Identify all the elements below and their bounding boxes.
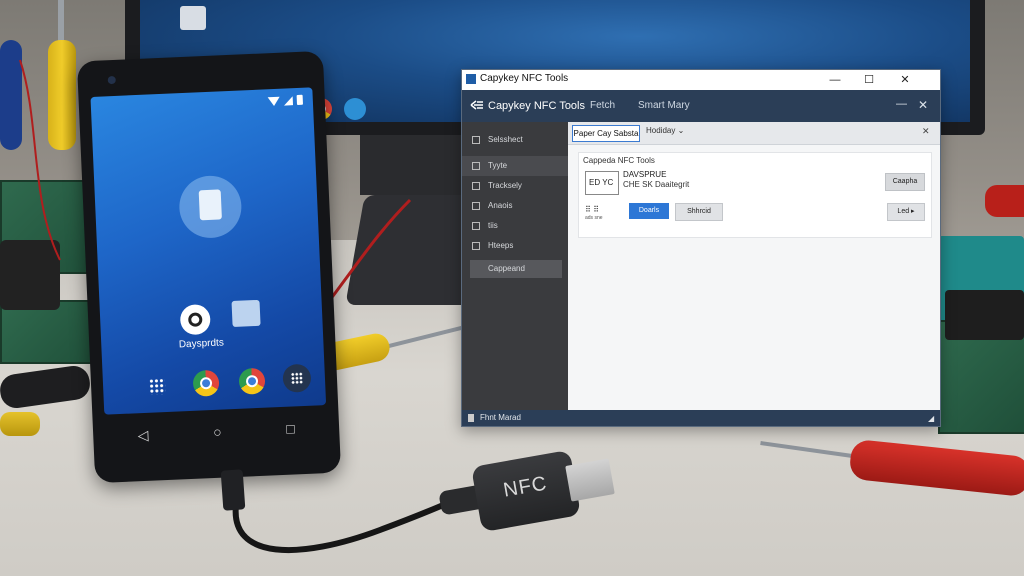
red-wire: [328, 198, 412, 301]
usb-c-connector: [220, 469, 246, 511]
tab-holiday[interactable]: Hodiday ⌄: [646, 126, 684, 135]
led-button[interactable]: Led ▸: [887, 203, 925, 221]
smartphone: Daysprdts ◁ ○ □: [76, 50, 342, 484]
minimize-button[interactable]: —: [826, 72, 844, 88]
status-text: Fhnt Marad: [480, 413, 521, 422]
phone-screen: Daysprdts: [90, 87, 327, 415]
status-icon: [468, 414, 474, 422]
panel-title: Cappeda NFC Tools: [583, 156, 655, 165]
app-window-icon: [466, 74, 476, 84]
resize-grip-icon[interactable]: ◢: [928, 414, 934, 423]
home-icon[interactable]: ○: [213, 424, 222, 440]
nav-bar: ◁ ○ □: [104, 407, 328, 457]
wifi-icon: [267, 96, 281, 106]
tab-active[interactable]: Paper Cay Sabsta: [572, 125, 640, 142]
tab-bar: Paper Cay Sabsta Hodiday ⌄ ✕: [568, 122, 940, 145]
nfc-card-icon: [198, 189, 222, 221]
chrome-icon-2[interactable]: [238, 367, 266, 395]
status-bar: Fhnt Marad ◢: [462, 410, 940, 426]
tools-panel: Cappeda NFC Tools ED YC DAVSPRUE CHE SK …: [578, 152, 932, 238]
menu-smart-mary[interactable]: Smart Mary: [638, 100, 690, 111]
app-grid-icon[interactable]: [148, 378, 166, 395]
close-button[interactable]: ✕: [896, 72, 914, 88]
sidebar-item-4[interactable]: tiis: [462, 216, 568, 236]
sidebar-button-command[interactable]: Cappeand: [470, 260, 562, 278]
sidebar-item-2[interactable]: Tracksely: [462, 176, 568, 196]
sidebar-item-label: Hteeps: [488, 241, 514, 250]
front-camera: [107, 75, 116, 85]
sidebar-button-label: Cappeand: [488, 264, 525, 273]
list-icon: [472, 136, 480, 144]
sidebar-item-label: Tyyte: [488, 161, 508, 170]
maximize-button[interactable]: ☐: [860, 72, 878, 88]
chrome-icon[interactable]: [192, 369, 220, 397]
red-wire-left: [19, 59, 61, 261]
sidebar: Selsshect Tyyte Tracksely Anaois tiis Ht…: [462, 122, 568, 410]
secondary-button[interactable]: Shhrcid: [675, 203, 723, 221]
star-icon: [472, 182, 480, 190]
back-icon[interactable]: ◁: [137, 426, 149, 443]
sidebar-item-0[interactable]: Selsshect: [462, 130, 568, 150]
appbar-close-button[interactable]: ✕: [918, 98, 928, 112]
usb-a-plug: [565, 458, 615, 502]
apps-drawer-icon[interactable]: [282, 363, 312, 393]
app-name: Capykey NFC Tools: [488, 100, 585, 112]
window-title: Capykey NFC Tools: [480, 73, 569, 84]
app-window: Capykey NFC Tools — ☐ ✕ Capykey NFC Tool…: [461, 69, 941, 427]
sidebar-item-label: tiis: [488, 221, 498, 230]
battery-icon: [296, 94, 304, 106]
dongle-label: NFC: [501, 472, 549, 502]
usb-cable-line: [232, 492, 471, 553]
card-label: ED YC: [589, 178, 614, 187]
recent-apps-icon[interactable]: □: [286, 420, 295, 436]
tab-close-icon[interactable]: ✕: [922, 126, 930, 137]
menu-arrow-icon[interactable]: [470, 100, 484, 110]
app-header: Capykey NFC Tools Fetch Smart Mary — ✕: [462, 90, 940, 122]
sidebar-item-3[interactable]: Anaois: [462, 196, 568, 216]
nfc-widget[interactable]: [178, 174, 243, 240]
sidebar-item-label: Tracksely: [488, 181, 522, 190]
menu-fetch[interactable]: Fetch: [590, 100, 615, 111]
nfc-app-icon[interactable]: [179, 304, 211, 336]
app-label: Daysprdts: [178, 337, 225, 351]
appbar-minimize-button[interactable]: —: [896, 98, 907, 110]
grid-icon: [472, 222, 480, 230]
card-info-line-1: DAVSPRUE: [623, 170, 667, 179]
primary-button[interactable]: Doarls: [629, 203, 669, 219]
tool-icons[interactable]: ⠿ ⠿: [585, 205, 599, 214]
sidebar-item-label: Selsshect: [488, 135, 523, 144]
card-thumbnail: ED YC: [585, 171, 619, 195]
sidebar-item-1[interactable]: Tyyte: [462, 156, 568, 176]
sidebar-item-5[interactable]: Hteeps: [462, 236, 568, 256]
capture-button[interactable]: Caapha: [885, 173, 925, 191]
photos-app-icon[interactable]: [231, 299, 261, 328]
status-bar-icons: [267, 94, 304, 108]
tool-icons-caption: ads sne: [585, 215, 603, 221]
card-info-line-2: CHE SK Daaitegrit: [623, 180, 690, 189]
main-content: Paper Cay Sabsta Hodiday ⌄ ✕ Cappeda NFC…: [568, 122, 940, 410]
window-titlebar[interactable]: Capykey NFC Tools — ☐ ✕: [462, 70, 940, 90]
signal-icon: [283, 95, 293, 106]
chart-icon: [472, 202, 480, 210]
help-icon: [472, 242, 480, 250]
sidebar-item-label: Anaois: [488, 201, 513, 210]
tag-icon: [472, 162, 480, 170]
